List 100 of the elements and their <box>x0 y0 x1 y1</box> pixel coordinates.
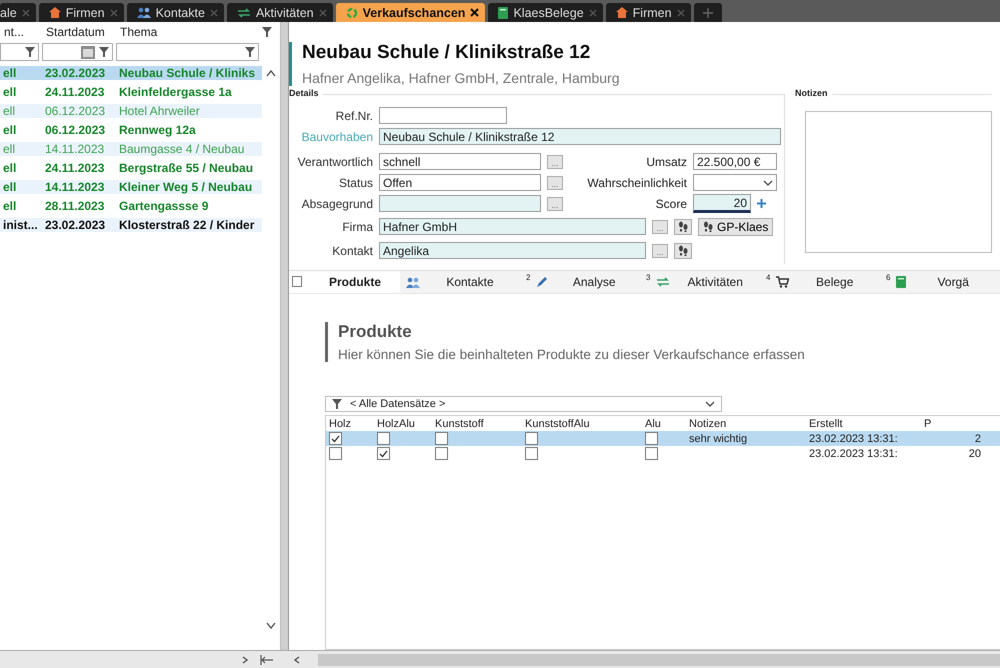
ref-nr-field[interactable] <box>379 107 507 124</box>
tab[interactable]: KlaesBelege <box>488 3 603 22</box>
tab[interactable]: Kontakte <box>126 3 224 22</box>
table-cell[interactable]: 06.12.2023 <box>42 122 116 136</box>
verantwortlich-field[interactable]: schnell <box>379 153 541 170</box>
scroll-left-icon[interactable] <box>292 656 302 664</box>
checkbox[interactable] <box>435 432 448 445</box>
column-header[interactable]: KunststoffAlu <box>522 418 642 430</box>
calendar-icon[interactable] <box>81 46 95 58</box>
table-cell[interactable]: inist... <box>0 218 42 232</box>
tab[interactable]: 3 Aktivitäten <box>640 271 760 293</box>
column-header[interactable]: Thema <box>116 24 262 38</box>
absagegrund-field[interactable] <box>379 195 541 212</box>
table-cell-text: sehr wichtig <box>688 432 748 444</box>
filter-field[interactable] <box>42 43 113 61</box>
table-cell[interactable]: 28.11.2023 <box>42 198 116 212</box>
checkbox[interactable] <box>377 447 390 460</box>
scrollbar[interactable] <box>318 654 1000 666</box>
checkbox[interactable] <box>645 432 658 445</box>
filter-icon[interactable] <box>332 399 342 409</box>
filter-field[interactable] <box>0 43 39 61</box>
filter-icon[interactable] <box>262 26 272 36</box>
notes-field[interactable] <box>805 111 992 253</box>
table-cell[interactable]: 23.02.2023 <box>42 218 116 232</box>
browse-button[interactable]: ... <box>547 196 563 210</box>
gp-klaes-button[interactable]: GP-Klaes <box>698 218 774 236</box>
arrows-icon <box>236 8 251 18</box>
chevron-down-icon[interactable] <box>763 178 773 186</box>
field-label: Ref.Nr. <box>334 108 373 122</box>
table-cell-text: 20 <box>968 448 981 460</box>
table-cell-text: 23.02.2023 13:31: <box>808 448 899 460</box>
table-cell[interactable]: 14.11.2023 <box>42 180 116 194</box>
new-tab-button[interactable] <box>694 3 722 22</box>
table-cell[interactable]: Klosterstraß 22 / Kinder <box>116 218 262 232</box>
column-header[interactable]: Kunststoff <box>432 418 522 430</box>
scroll-right-icon[interactable] <box>240 656 250 664</box>
checkbox[interactable] <box>329 447 342 460</box>
checkbox[interactable] <box>645 447 658 460</box>
browse-button[interactable]: ... <box>547 154 563 168</box>
score-field[interactable]: 20 <box>693 194 751 213</box>
firma-field[interactable]: Hafner GmbH <box>379 218 646 235</box>
table-cell[interactable]: ell <box>0 198 42 212</box>
plus-icon[interactable] <box>757 199 766 208</box>
table-cell[interactable]: ell <box>0 84 42 98</box>
checkbox[interactable] <box>377 432 390 445</box>
bauvorhaben-field[interactable]: Neubau Schule / Klinikstraße 12 <box>379 128 781 145</box>
column-header[interactable]: Notizen <box>686 418 806 430</box>
browse-button[interactable]: ... <box>652 220 668 234</box>
checkbox[interactable] <box>329 432 342 445</box>
filter-icon[interactable] <box>99 47 109 57</box>
table-cell[interactable]: ell <box>0 122 42 136</box>
kontakt-field[interactable]: Angelika <box>379 242 646 259</box>
checkbox[interactable] <box>435 447 448 460</box>
scroll-down-icon[interactable] <box>266 622 276 630</box>
table-cell[interactable]: 24.11.2023 <box>42 160 116 174</box>
table-cell[interactable]: Gartengassse 9 <box>116 198 262 212</box>
house-icon <box>48 7 61 18</box>
section-label: Details <box>289 88 323 98</box>
tab[interactable]: 4 Belege <box>760 271 880 293</box>
table-cell[interactable]: ell <box>0 160 42 174</box>
checkbox[interactable] <box>292 276 302 287</box>
table-cell[interactable]: Rennweg 12a <box>116 122 262 136</box>
checkbox[interactable] <box>525 432 538 445</box>
table-cell-text: 2 <box>974 432 981 444</box>
column-header[interactable]: Erstellt <box>806 418 921 430</box>
scroll-up-icon[interactable] <box>266 69 276 77</box>
column-header[interactable]: Holz <box>326 418 374 430</box>
section-title: Produkte <box>338 322 413 342</box>
table-cell[interactable]: Kleiner Weg 5 / Neubau <box>116 180 262 194</box>
table-cell[interactable]: Kleinfeldergasse 1a <box>116 84 262 98</box>
tab[interactable]: Aktivitäten <box>226 3 333 22</box>
filter-field[interactable] <box>116 43 259 61</box>
tab[interactable]: Verkaufschancen <box>336 3 486 22</box>
table-cell[interactable]: 24.11.2023 <box>42 84 116 98</box>
table-cell[interactable]: ell <box>0 180 42 194</box>
column-header[interactable]: P <box>921 418 981 430</box>
tab[interactable]: 2 Analyse <box>520 271 640 293</box>
umsatz-field[interactable]: 22.500,00 € <box>693 153 777 170</box>
tab[interactable]: Firmen <box>38 3 124 22</box>
browse-button[interactable]: ... <box>547 176 563 190</box>
column-header[interactable]: nt... <box>0 24 28 38</box>
status-field[interactable]: Offen <box>379 174 541 191</box>
browse-button[interactable]: ... <box>652 244 668 258</box>
filter-icon[interactable] <box>245 47 255 57</box>
close-icon[interactable] <box>470 8 480 17</box>
tab[interactable]: 6 Vorgä <box>880 271 1000 293</box>
footprints-button[interactable] <box>674 218 692 234</box>
tab[interactable]: Kontakte <box>400 271 520 293</box>
column-header[interactable]: HolzAlu <box>374 418 432 430</box>
collapse-icon[interactable] <box>260 655 274 665</box>
tab[interactable]: Firmen <box>606 3 691 22</box>
filter-dropdown[interactable]: < Alle Datensätze > <box>325 396 722 412</box>
column-header[interactable]: Startdatum <box>42 24 116 38</box>
table-cell[interactable]: Bergstraße 55 / Neubau <box>116 160 262 174</box>
footprints-button[interactable] <box>674 242 692 258</box>
chevron-down-icon[interactable] <box>705 400 715 408</box>
checkbox[interactable] <box>525 447 538 460</box>
tab[interactable]: ale <box>0 3 36 22</box>
filter-icon[interactable] <box>25 47 35 57</box>
column-header[interactable]: Alu <box>642 418 686 430</box>
